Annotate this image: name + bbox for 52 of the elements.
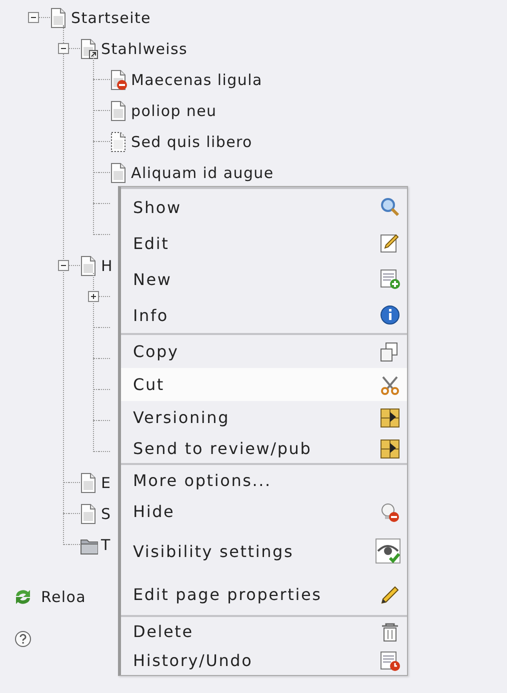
menu-item[interactable]: Edit page properties bbox=[121, 574, 407, 615]
menu-item[interactable]: New bbox=[121, 261, 407, 297]
page-icon bbox=[80, 254, 98, 276]
help-icon[interactable] bbox=[14, 630, 32, 648]
tree-item[interactable]: Stahlweiss bbox=[101, 40, 188, 58]
page-icon bbox=[110, 100, 128, 122]
tree-item[interactable]: T bbox=[101, 536, 111, 554]
collapse-toggle[interactable] bbox=[58, 43, 69, 54]
menu-item[interactable]: Info bbox=[121, 297, 407, 333]
tree-item[interactable]: E bbox=[101, 474, 112, 492]
menu-item[interactable]: More options... bbox=[121, 465, 407, 495]
collapse-toggle[interactable] bbox=[58, 260, 69, 271]
tree-item[interactable]: Startseite bbox=[71, 8, 151, 26]
reload-icon[interactable] bbox=[14, 587, 32, 607]
menu-item[interactable]: Edit bbox=[121, 225, 407, 261]
hide-icon bbox=[379, 500, 401, 522]
page-icon bbox=[110, 130, 128, 152]
menu-item[interactable]: Visibility settings bbox=[121, 528, 407, 574]
tree-item[interactable]: Maecenas ligula bbox=[131, 70, 262, 88]
tree-item[interactable]: poliop neu bbox=[131, 102, 217, 120]
collapse-toggle[interactable] bbox=[28, 12, 39, 23]
tree-item[interactable]: S bbox=[101, 504, 112, 522]
scissors-icon bbox=[379, 374, 401, 396]
page-icon bbox=[50, 6, 68, 28]
menu-item[interactable]: Send to review/pub bbox=[121, 434, 407, 463]
eye-icon bbox=[375, 538, 401, 564]
menu-item[interactable]: Show bbox=[121, 189, 407, 225]
tree-item[interactable]: Sed quis libero bbox=[131, 132, 252, 150]
shortcut-page-icon bbox=[80, 38, 98, 60]
tree-item[interactable]: Aliquam id augue bbox=[131, 164, 274, 182]
expand-toggle[interactable] bbox=[88, 291, 99, 302]
menu-item[interactable]: Copy bbox=[121, 335, 407, 368]
page-icon bbox=[80, 472, 98, 494]
hidden-page-icon bbox=[110, 68, 128, 90]
versioning-icon bbox=[379, 438, 401, 460]
reload-link[interactable]: Reloa bbox=[41, 588, 86, 606]
new-page-icon bbox=[379, 268, 401, 290]
menu-item[interactable]: Versioning bbox=[121, 401, 407, 434]
history-icon bbox=[379, 650, 401, 672]
page-icon bbox=[80, 502, 98, 524]
versioning-icon bbox=[379, 406, 401, 428]
trash-icon bbox=[379, 620, 401, 642]
page-icon bbox=[110, 162, 128, 184]
menu-item[interactable]: History/Undo bbox=[121, 646, 407, 675]
edit-icon bbox=[379, 232, 401, 254]
menu-item[interactable]: Hide bbox=[121, 495, 407, 528]
pencil-icon bbox=[379, 584, 401, 606]
menu-item[interactable]: Cut bbox=[121, 368, 407, 401]
tree-item[interactable]: H bbox=[101, 256, 113, 274]
search-icon bbox=[379, 196, 401, 218]
info-icon bbox=[379, 304, 401, 326]
menu-item[interactable]: Delete bbox=[121, 617, 407, 646]
